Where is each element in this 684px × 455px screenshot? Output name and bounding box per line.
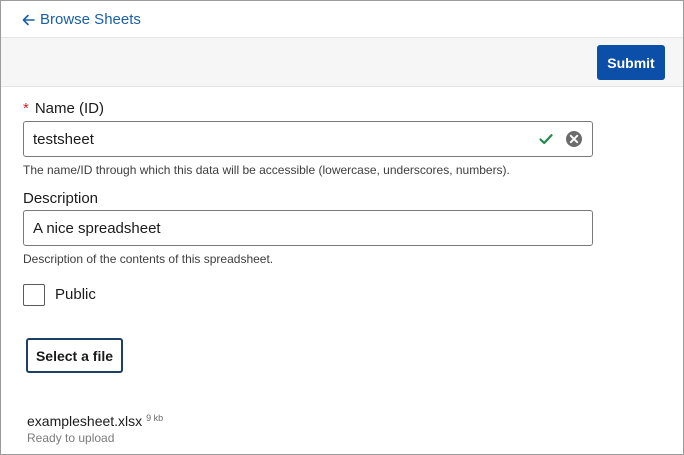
browse-sheets-link[interactable]: Browse Sheets: [22, 11, 141, 28]
file-name-text: examplesheet.xlsx: [27, 413, 143, 429]
check-icon: [539, 134, 553, 145]
name-input[interactable]: [24, 122, 592, 156]
public-label: Public: [55, 286, 96, 303]
name-field: [23, 121, 593, 157]
name-label-text: Name (ID): [34, 100, 105, 117]
upload-sheet-panel: Browse Sheets Submit * Name (ID) The name…: [0, 0, 684, 455]
clear-circle-icon[interactable]: [565, 130, 583, 148]
browse-sheets-label: Browse Sheets: [40, 11, 141, 28]
submit-button[interactable]: Submit: [597, 45, 665, 80]
public-checkbox[interactable]: [23, 284, 45, 306]
name-field-label: * Name (ID): [23, 100, 104, 117]
description-hint: Description of the contents of this spre…: [23, 252, 274, 266]
description-input[interactable]: [24, 211, 592, 245]
selected-file: examplesheet.xlsx 9 kb: [27, 413, 163, 429]
upload-status: Ready to upload: [27, 431, 115, 445]
top-bar: Browse Sheets: [1, 1, 683, 38]
description-field: [23, 210, 593, 246]
arrow-left-icon: [22, 14, 35, 25]
select-file-button[interactable]: Select a file: [26, 338, 123, 373]
action-toolbar: Submit: [1, 38, 683, 87]
name-hint: The name/ID through which this data will…: [23, 163, 510, 177]
file-size: 9 kb: [146, 413, 164, 423]
required-marker: *: [23, 100, 29, 117]
description-label: Description: [23, 190, 99, 207]
